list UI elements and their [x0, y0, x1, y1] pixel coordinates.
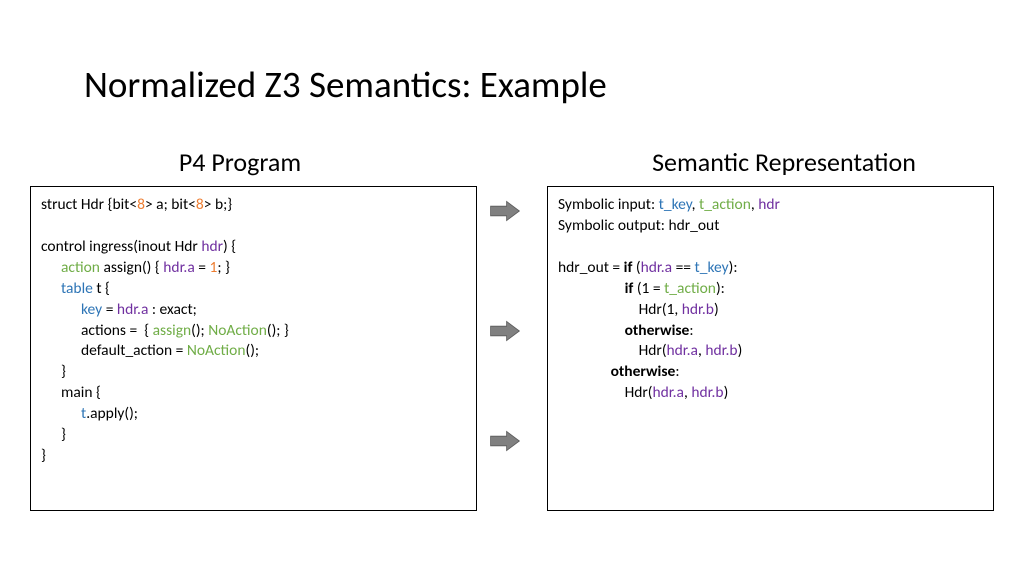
t: hdr	[758, 195, 780, 214]
arrow-icon	[489, 320, 521, 342]
t: ):	[716, 279, 725, 298]
t: 8	[137, 195, 145, 214]
t: ; }	[217, 258, 230, 277]
t: 8	[196, 195, 204, 214]
t: (); }	[267, 321, 289, 340]
t: t_key	[659, 195, 692, 214]
t: struct Hdr {bit<	[41, 195, 137, 214]
t: ();	[191, 321, 208, 340]
t: ,	[674, 300, 681, 319]
arrow-icon	[489, 430, 521, 452]
t: ==	[672, 258, 694, 277]
t: assign() {	[100, 258, 163, 277]
t: actions = {	[81, 321, 153, 340]
t: default_action =	[81, 341, 187, 360]
t: control ingress(inout Hdr	[41, 237, 201, 256]
t: =	[102, 300, 117, 319]
p4-program-panel: struct Hdr {bit<8> a; bit<8> b;} control…	[30, 186, 477, 511]
t: action	[61, 258, 100, 277]
t: ) {	[223, 237, 236, 256]
t: hdr.a	[641, 258, 672, 277]
t: hdr_out =	[558, 258, 624, 277]
t: hdr.a	[667, 341, 698, 360]
t: :	[675, 362, 679, 381]
t: if	[625, 279, 634, 298]
t: hdr.b	[682, 300, 714, 319]
t: (	[632, 258, 640, 277]
t: hdr.a	[117, 300, 148, 319]
t: t_key	[695, 258, 729, 277]
t: > b;}	[204, 195, 232, 214]
t: Hdr(	[639, 341, 667, 360]
semantic-panel: Symbolic input: t_key, t_action, hdr Sym…	[547, 186, 994, 511]
t: ();	[246, 341, 260, 360]
t: otherwise	[625, 321, 690, 340]
t: }	[41, 446, 46, 465]
t: Symbolic input:	[558, 195, 659, 214]
t: Hdr(	[625, 383, 653, 402]
t: > a; bit<	[145, 195, 196, 214]
t: t_action	[699, 195, 751, 214]
t: ):	[729, 258, 738, 277]
t: : exact;	[148, 300, 196, 319]
t: (1 =	[633, 279, 664, 298]
t: NoAction	[208, 321, 267, 340]
arrow-icon	[489, 200, 521, 222]
t: )	[714, 300, 719, 319]
t: assign	[153, 321, 192, 340]
t: }	[41, 425, 66, 446]
t: hdr.a	[163, 258, 194, 277]
t: .apply();	[86, 404, 138, 423]
left-heading: P4 Program	[30, 146, 450, 178]
t: main {	[41, 383, 101, 404]
t: Hdr(	[639, 300, 667, 319]
t: t {	[93, 279, 110, 298]
t: =	[195, 258, 210, 277]
t: :	[689, 321, 693, 340]
t: )	[738, 341, 743, 360]
t: hdr	[201, 237, 223, 256]
slide-title: Normalized Z3 Semantics: Example	[84, 62, 607, 107]
t: hdr.a	[653, 383, 684, 402]
t: }	[41, 362, 66, 383]
t: Symbolic output: hdr_out	[558, 216, 719, 235]
t: key	[81, 300, 102, 319]
t: NoAction	[187, 341, 246, 360]
t: )	[724, 383, 729, 402]
t: t_action	[664, 279, 716, 298]
t: hdr.b	[705, 341, 737, 360]
t: otherwise	[611, 362, 676, 381]
t: ,	[692, 195, 699, 214]
right-heading: Semantic Representation	[574, 146, 994, 178]
t: hdr.b	[691, 383, 723, 402]
t: table	[61, 279, 93, 298]
